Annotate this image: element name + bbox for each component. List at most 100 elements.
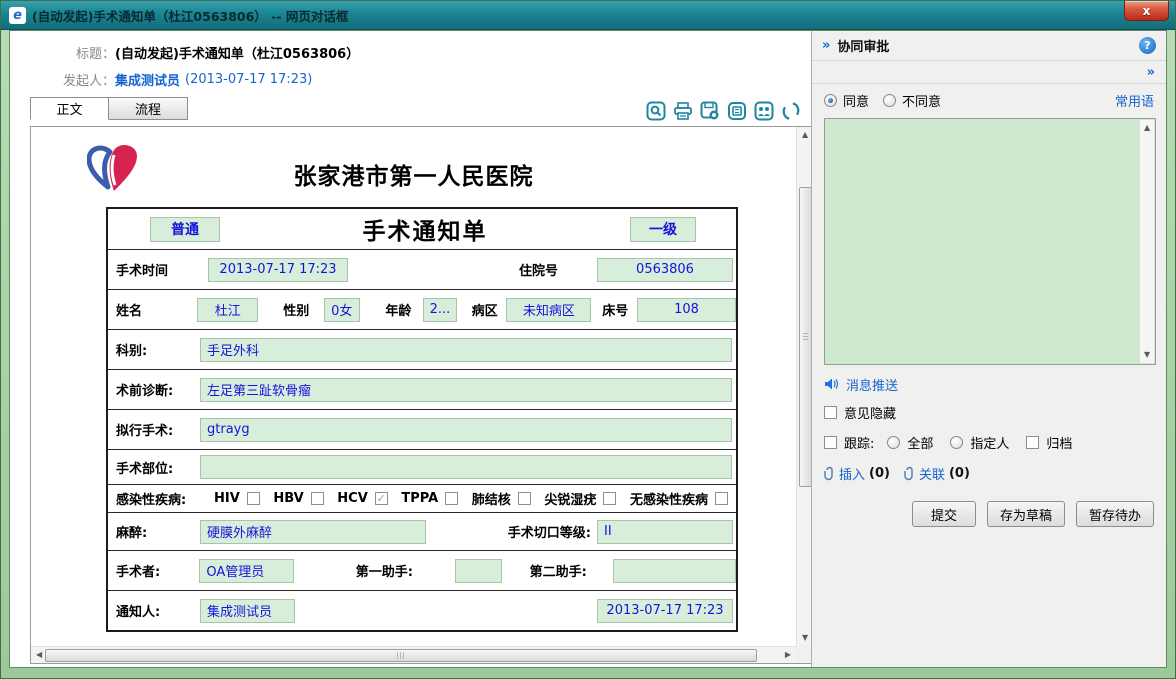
surgery-site-label: 手术部位:	[108, 458, 200, 477]
assistant2-field[interactable]	[613, 559, 736, 583]
common-phrases-link[interactable]: 常用语	[1115, 91, 1154, 110]
help-icon[interactable]: ?	[1139, 37, 1156, 54]
initiator-link[interactable]: 集成测试员	[115, 70, 180, 89]
hcv-checkbox[interactable]	[375, 492, 388, 505]
close-button[interactable]: x	[1124, 1, 1169, 21]
name-field[interactable]: 杜江	[197, 298, 258, 322]
surgeon-label: 手术者:	[108, 561, 199, 580]
track-checkbox[interactable]	[824, 436, 837, 449]
surgery-time-field[interactable]: 2013-07-17 17:23	[208, 258, 348, 282]
ward-field[interactable]: 未知病区	[506, 298, 591, 322]
planned-surgery-field[interactable]: gtrayg	[200, 418, 732, 442]
anesthesia-label: 麻醉:	[108, 522, 200, 541]
incision-field[interactable]: II	[597, 520, 733, 544]
save-icon[interactable]	[700, 101, 720, 121]
ie-browser-icon: e	[9, 7, 26, 24]
incision-label: 手术切口等级:	[508, 522, 591, 541]
anesthesia-field[interactable]: 硬膜外麻醉	[200, 520, 426, 544]
refresh-icon[interactable]	[781, 101, 801, 121]
expand-row: »	[812, 61, 1166, 84]
bed-field[interactable]: 108	[637, 298, 736, 322]
none-checkbox[interactable]	[715, 492, 728, 505]
collapse-chevron-icon[interactable]: »	[822, 38, 829, 53]
infectious-option-hcv: HCV	[337, 491, 387, 506]
tab-bar: 正文 流程	[30, 97, 188, 120]
message-push-link[interactable]: 消息推送	[846, 375, 898, 394]
surgery-form-table: 普通 手术通知单 一级 手术时间 2013-07-17 17:23 住院号 05…	[106, 207, 738, 632]
expand-chevron-icon[interactable]: »	[1147, 65, 1154, 80]
form-title-row: 普通 手术通知单 一级	[108, 209, 736, 249]
hide-opinion-label: 意见隐藏	[844, 403, 896, 422]
relate-link[interactable]: 关联	[919, 464, 945, 483]
horizontal-scrollbar[interactable]: ◀ ▶	[31, 646, 796, 663]
hide-opinion-row: 意见隐藏	[812, 397, 1166, 427]
notify-time-field[interactable]: 2013-07-17 17:23	[597, 599, 733, 623]
age-field[interactable]: 2...	[423, 298, 457, 322]
surgery-site-field[interactable]	[200, 455, 732, 479]
scroll-right-arrow[interactable]: ▶	[785, 651, 791, 659]
horizontal-scroll-thumb[interactable]	[45, 649, 757, 662]
preview-icon[interactable]	[646, 101, 666, 121]
copy-icon[interactable]	[727, 101, 747, 121]
hbv-checkbox[interactable]	[311, 492, 324, 505]
scroll-up-arrow[interactable]: ▲	[802, 131, 808, 139]
archive-checkbox[interactable]	[1026, 436, 1039, 449]
textarea-scrollbar[interactable]: ▲ ▼	[1139, 120, 1154, 363]
dialog-window: e (自动发起)手术通知单（杜江0563806） -- 网页对话框 x 标题： …	[0, 0, 1176, 679]
row-department: 科别: 手足外科	[108, 329, 736, 369]
tab-flow[interactable]: 流程	[109, 97, 188, 120]
relate-paperclip-icon	[904, 466, 915, 481]
title-bar: e (自动发起)手术通知单（杜江0563806） -- 网页对话框 x	[1, 1, 1175, 30]
infectious-option-tb: 肺结核	[472, 489, 531, 508]
print-icon[interactable]	[673, 101, 693, 121]
row-anesthesia: 麻醉: 硬膜外麻醉 手术切口等级: II	[108, 512, 736, 550]
infectious-options: HIV HBV HCV	[200, 489, 736, 508]
contacts-icon[interactable]	[754, 101, 774, 121]
agree-radio[interactable]	[824, 94, 837, 107]
track-all-radio[interactable]	[887, 436, 900, 449]
dialog-content: 标题： (自动发起)手术通知单（杜江0563806） 发起人： 集成测试员 (2…	[9, 30, 1167, 668]
assistant2-label: 第二助手:	[530, 561, 587, 580]
doc-initiator-row: 发起人： 集成测试员 (2013-07-17 17:23)	[10, 70, 811, 89]
age-label: 年龄	[376, 300, 422, 319]
dept-label: 科别:	[108, 340, 200, 359]
relate-count: (0)	[949, 466, 970, 481]
gender-field[interactable]: 0女	[324, 298, 360, 322]
insert-link[interactable]: 插入	[839, 464, 865, 483]
submit-button[interactable]: 提交	[912, 501, 976, 527]
surgeon-field[interactable]: OA管理员	[199, 559, 293, 583]
level-badge[interactable]: 一级	[630, 217, 696, 242]
track-assignee-radio[interactable]	[950, 436, 963, 449]
assistant1-label: 第一助手:	[356, 561, 413, 580]
priority-badge[interactable]: 普通	[150, 217, 220, 242]
diagnosis-field[interactable]: 左足第三趾软骨瘤	[200, 378, 732, 402]
disagree-radio[interactable]	[883, 94, 896, 107]
track-all-label: 全部	[907, 433, 933, 452]
approval-panel-title: 协同审批	[837, 36, 889, 55]
hiv-checkbox[interactable]	[247, 492, 260, 505]
dept-field[interactable]: 手足外科	[200, 338, 732, 362]
toolbar	[646, 101, 801, 121]
track-assignee-label: 指定人	[970, 433, 1009, 452]
tb-checkbox[interactable]	[518, 492, 531, 505]
doc-title-value: (自动发起)手术通知单（杜江0563806）	[115, 43, 359, 62]
textarea-scroll-up-arrow[interactable]: ▲	[1144, 124, 1150, 132]
textarea-scroll-down-arrow[interactable]: ▼	[1144, 351, 1150, 359]
track-label: 跟踪:	[844, 433, 874, 452]
hide-opinion-checkbox[interactable]	[824, 406, 837, 419]
speaker-icon	[824, 377, 839, 391]
notifier-field[interactable]: 集成测试员	[200, 599, 295, 623]
attachment-row: 插入 (0) 关联 (0)	[812, 457, 1166, 489]
tppa-checkbox[interactable]	[445, 492, 458, 505]
scroll-down-arrow[interactable]: ▼	[802, 634, 808, 642]
hospital-header: 张家港市第一人民医院	[31, 143, 796, 207]
warts-checkbox[interactable]	[603, 492, 616, 505]
tab-body[interactable]: 正文	[30, 97, 109, 120]
insert-paperclip-icon	[824, 466, 835, 481]
scroll-left-arrow[interactable]: ◀	[36, 651, 42, 659]
save-draft-button[interactable]: 存为草稿	[987, 501, 1065, 527]
assistant1-field[interactable]	[455, 559, 502, 583]
hold-button[interactable]: 暂存待办	[1076, 501, 1154, 527]
admission-no-field[interactable]: 0563806	[597, 258, 733, 282]
opinion-textarea[interactable]: ▲ ▼	[824, 118, 1156, 365]
